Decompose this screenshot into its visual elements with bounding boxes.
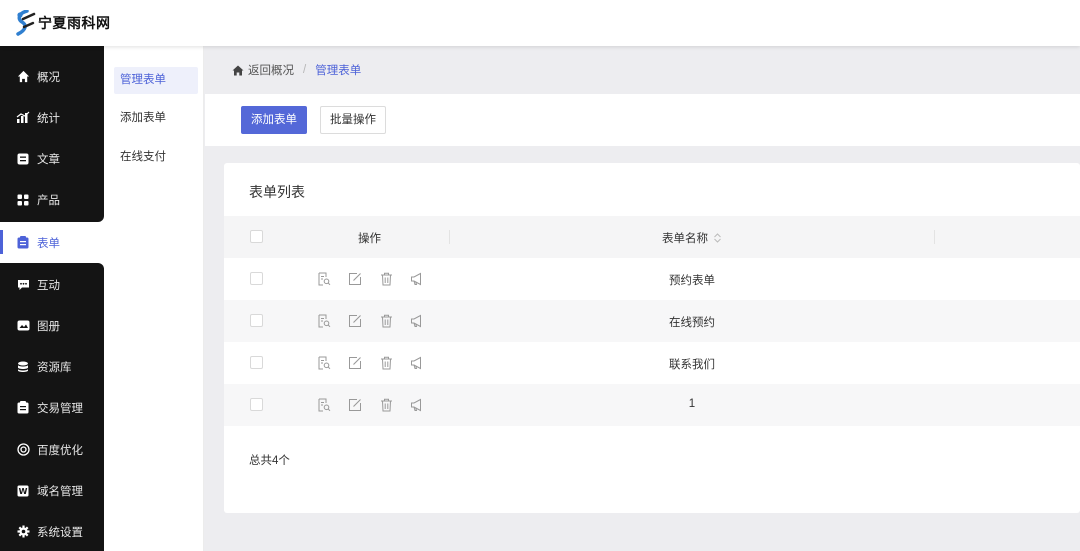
sidebar-item-label: 产品 [37,194,60,207]
table-row: 联系我们 [224,342,1080,384]
action-toolbar: 添加表单 批量操作 [205,94,1080,146]
table-row: 预约表单 [224,258,1080,300]
svg-text:W: W [19,487,28,496]
table-header: 操作 表单名称 [224,216,1080,258]
column-header-name[interactable]: 表单名称 [662,230,722,246]
form-list-card: 表单列表 操作 表单名称 预约表单 在线预约 联系我们 1 总共4个 [224,163,1080,513]
delete-icon[interactable] [378,355,394,371]
sidebar-item-label: 文章 [37,153,60,166]
view-icon[interactable] [316,313,332,329]
home-icon [16,70,30,84]
breadcrumb-back-label: 返回概况 [248,65,294,77]
seo-icon [16,443,30,457]
batch-action-button[interactable]: 批量操作 [320,106,386,134]
album-icon [16,319,30,333]
column-header-op: 操作 [358,233,381,245]
form-name-cell: 在线预约 [669,317,715,329]
sidebar-item-label: 交易管理 [37,402,83,415]
product-icon [16,193,30,207]
home-icon [232,65,244,75]
edit-icon[interactable] [347,271,363,287]
megaphone-icon[interactable] [409,355,425,371]
megaphone-icon[interactable] [409,271,425,287]
view-icon[interactable] [316,397,332,413]
sidebar-item-article[interactable]: 文章 [0,138,104,179]
row-checkbox[interactable] [250,272,263,285]
edit-icon[interactable] [347,355,363,371]
sidebar-item-trade[interactable]: 交易管理 [0,387,104,428]
logo-mark-icon [16,10,36,36]
sidebar-item-stats[interactable]: 统计 [0,97,104,138]
brand-name: 宁夏雨科网 [38,16,111,32]
sidebar-item-album[interactable]: 图册 [0,305,104,346]
subnav-item-add-form[interactable]: 添加表单 [114,105,198,132]
breadcrumb-current: 管理表单 [315,65,362,77]
view-icon[interactable] [316,271,332,287]
article-icon [16,152,30,166]
megaphone-icon[interactable] [409,397,425,413]
sidebar-item-label: 资源库 [37,361,72,374]
column-divider [934,230,935,244]
sidebar-item-label: 表单 [37,237,60,250]
form-name-cell: 1 [688,398,696,410]
database-icon [16,360,30,374]
table-row: 1 [224,384,1080,426]
main-sidebar: 概况 统计 文章 产品 表单 互动 图册 资源库 交易管理 百度优化 W 域名管… [0,46,104,551]
sidebar-item-seo[interactable]: 百度优化 [0,429,104,470]
sub-navigation: 管理表单 添加表单 在线支付 [104,46,204,551]
sidebar-item-label: 百度优化 [37,444,83,457]
select-all-checkbox[interactable] [250,230,263,243]
top-header: 宁夏雨科网 [0,0,1080,46]
view-icon[interactable] [316,355,332,371]
column-header-name-label: 表单名称 [662,233,708,245]
column-divider [449,230,450,244]
sidebar-item-product[interactable]: 产品 [0,179,104,220]
sidebar-item-label: 概况 [37,71,60,84]
sidebar-item-label: 互动 [37,279,60,292]
sidebar-item-resources[interactable]: 资源库 [0,346,104,387]
breadcrumb-back-link[interactable]: 返回概况 [232,62,294,78]
row-actions [316,271,440,287]
row-actions [316,313,440,329]
total-count: 总共4个 [249,455,290,467]
row-actions [316,355,440,371]
chat-icon [16,278,30,292]
edit-icon[interactable] [347,397,363,413]
delete-icon[interactable] [378,397,394,413]
form-name-cell: 联系我们 [669,359,715,371]
sidebar-item-label: 系统设置 [37,526,83,539]
sidebar-item-domain[interactable]: W 域名管理 [0,470,104,511]
trade-icon [16,401,30,415]
card-title: 表单列表 [249,184,305,200]
megaphone-icon[interactable] [409,313,425,329]
sidebar-item-overview[interactable]: 概况 [0,56,104,97]
delete-icon[interactable] [378,313,394,329]
row-actions [316,397,440,413]
sidebar-item-interaction[interactable]: 互动 [0,264,104,305]
breadcrumb: 返回概况 / 管理表单 [205,46,1080,94]
active-indicator [0,230,3,254]
sidebar-item-label: 域名管理 [37,485,83,498]
form-icon [16,236,30,250]
delete-icon[interactable] [378,271,394,287]
form-name-cell: 预约表单 [669,275,715,287]
sidebar-item-form[interactable]: 表单 [0,222,104,263]
edit-icon[interactable] [347,313,363,329]
sidebar-item-settings[interactable]: 系统设置 [0,511,104,551]
add-form-button[interactable]: 添加表单 [241,106,307,134]
row-checkbox[interactable] [250,398,263,411]
breadcrumb-separator: / [303,64,307,76]
subnav-item-manage-forms[interactable]: 管理表单 [114,67,198,94]
sidebar-item-label: 统计 [37,112,60,125]
row-checkbox[interactable] [250,314,263,327]
sidebar-item-label: 图册 [37,320,60,333]
stats-icon [16,111,30,125]
sort-icon[interactable] [713,233,722,243]
subnav-item-online-payment[interactable]: 在线支付 [114,144,198,171]
domain-icon: W [16,484,30,498]
row-checkbox[interactable] [250,356,263,369]
table-row: 在线预约 [224,300,1080,342]
brand-logo[interactable]: 宁夏雨科网 [14,10,111,36]
gear-icon [16,525,30,539]
